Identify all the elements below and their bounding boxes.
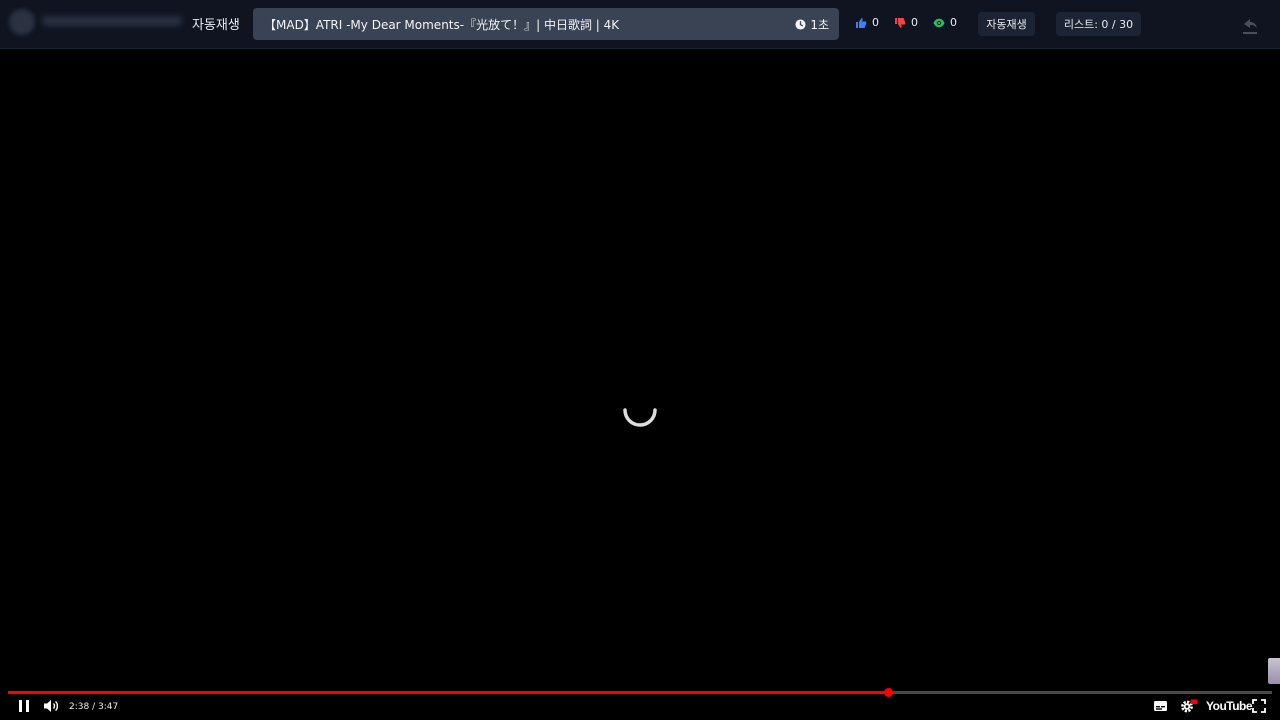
channel-avatar <box>9 9 35 35</box>
eye-icon <box>933 18 945 27</box>
like-count: 0 <box>872 16 879 29</box>
video-player[interactable] <box>0 49 1280 689</box>
progress-scrubber[interactable] <box>884 688 893 697</box>
duration-text: 1초 <box>810 18 829 32</box>
time-display: 2:38 / 3:47 <box>69 702 119 712</box>
subtitles-icon[interactable] <box>1153 699 1168 713</box>
blurred-channel-name <box>42 16 182 26</box>
playlist-button[interactable]: 리스트: 0 / 30 <box>1056 12 1141 36</box>
volume-icon[interactable] <box>43 699 60 713</box>
video-title-box: 【MAD】ATRI -My Dear Moments-『光放て！』| 中日歌詞 … <box>253 8 839 40</box>
thumbs-up-icon <box>856 17 867 28</box>
progress-fill <box>8 691 888 694</box>
top-bar: 자동재생 【MAD】ATRI -My Dear Moments-『光放て！』| … <box>0 0 1280 49</box>
thumbnail-preview[interactable] <box>1268 658 1280 684</box>
thumbs-down-icon <box>895 17 906 28</box>
dislike-count: 0 <box>911 16 918 29</box>
autoplay-label: 자동재생 <box>192 18 240 33</box>
fullscreen-icon[interactable] <box>1252 699 1266 713</box>
like-stat[interactable]: 0 <box>855 16 879 29</box>
pause-icon[interactable] <box>17 699 31 713</box>
duration-badge: 1초 <box>795 16 829 33</box>
dislike-stat[interactable]: 0 <box>894 16 918 29</box>
view-count: 0 <box>950 16 957 29</box>
loading-spinner-icon <box>623 408 657 427</box>
settings-gear-icon[interactable] <box>1180 699 1198 713</box>
clock-icon <box>795 19 806 30</box>
progress-bar[interactable] <box>8 688 1272 697</box>
video-title: 【MAD】ATRI -My Dear Moments-『光放て！』| 中日歌詞 … <box>264 18 620 32</box>
youtube-logo[interactable]: YouTube <box>1206 699 1253 713</box>
autoplay-button[interactable]: 자동재생 <box>978 12 1035 36</box>
views-stat: 0 <box>933 16 957 29</box>
share-icon[interactable] <box>1240 10 1260 38</box>
